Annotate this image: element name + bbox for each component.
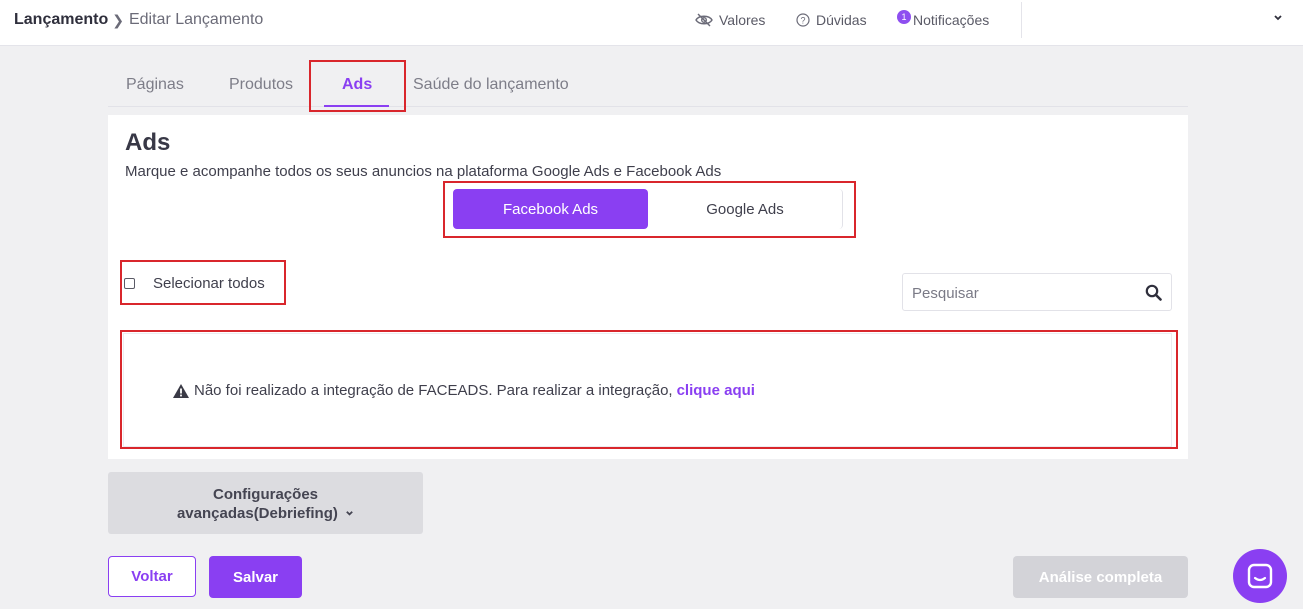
alert-message: Não foi realizado a integração de FACEAD… [172,382,755,399]
advanced-settings-line1: Configurações [212,486,318,503]
integration-alert: Não foi realizado a integração de FACEAD… [123,333,1172,447]
advanced-settings-line2: avançadas(Debriefing) [108,504,423,523]
notification-badge: 1 [897,10,911,24]
advanced-settings-button[interactable]: Configurações avançadas(Debriefing) [108,472,423,534]
top-bar: Lançamento ❯ Editar Lançamento Valores ?… [0,0,1303,46]
google-ads-button[interactable]: Google Ads [648,189,843,229]
select-all[interactable]: Selecionar todos [124,275,265,292]
breadcrumb-root[interactable]: Lançamento [14,11,108,29]
select-all-checkbox[interactable] [124,278,135,289]
select-all-label: Selecionar todos [153,275,265,292]
eye-off-icon [695,13,713,27]
ads-platform-toggle: Facebook Ads Google Ads [452,188,852,232]
tab-saude[interactable]: Saúde do lançamento [413,76,569,94]
alert-text: Não foi realizado a integração de FACEAD… [194,382,673,399]
breadcrumb-current: Editar Lançamento [128,11,264,28]
active-tab-indicator [324,105,389,107]
search-icon[interactable] [1145,284,1162,301]
duvidas-label: Dúvidas [816,12,867,28]
valores-label: Valores [719,12,766,28]
ads-panel: Ads Marque e acompanhe todos os seus anu… [108,115,1188,459]
tab-produtos[interactable]: Produtos [229,76,293,94]
chevron-down-icon[interactable] [1273,13,1283,23]
search-box [902,273,1172,311]
notificacoes-label: Notificações [913,12,990,28]
notificacoes-button[interactable]: 1 Notificações [897,10,990,28]
duvidas-button[interactable]: ? Dúvidas [796,12,867,28]
tab-bar: Páginas Produtos Ads Saúde do lançamento [108,66,1188,107]
tab-ads[interactable]: Ads [342,76,372,94]
analise-completa-button[interactable]: Análise completa [1013,556,1188,598]
chevron-down-icon [346,511,353,516]
chat-icon [1247,563,1273,589]
chevron-right-icon: ❯ [112,11,124,28]
page-subtitle: Marque e acompanhe todos os seus anuncio… [125,163,722,180]
page-title: Ads [125,129,171,156]
salvar-button[interactable]: Salvar [209,556,302,598]
integration-link[interactable]: clique aqui [677,382,755,399]
tab-paginas[interactable]: Páginas [126,76,184,94]
search-input[interactable] [912,283,1132,303]
chat-button[interactable] [1233,549,1287,603]
valores-button[interactable]: Valores [695,12,765,28]
voltar-button[interactable]: Voltar [108,556,196,597]
facebook-ads-button[interactable]: Facebook Ads [453,189,648,229]
header-divider [1021,2,1022,38]
svg-text:?: ? [800,16,805,26]
help-circle-icon: ? [796,13,810,27]
breadcrumb: Lançamento ❯ Editar Lançamento [14,11,263,29]
warning-icon [173,383,189,398]
